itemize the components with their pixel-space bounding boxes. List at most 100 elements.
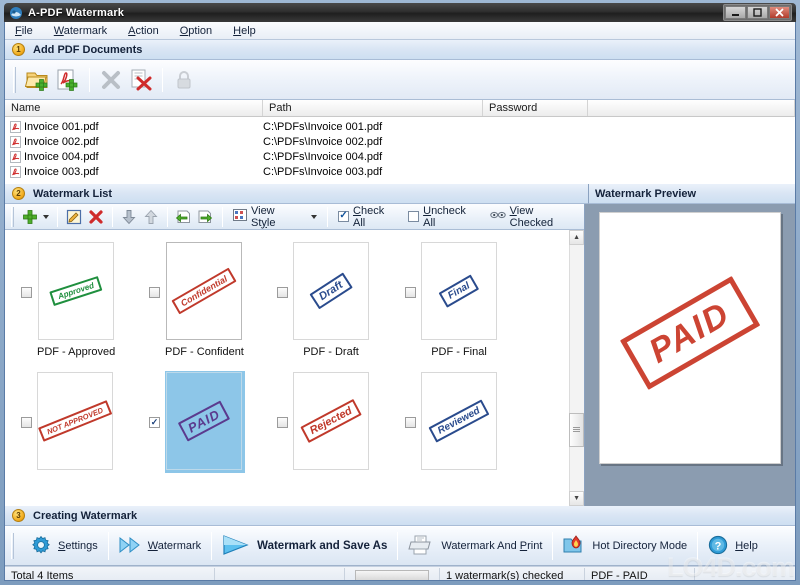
watermark-checkbox[interactable] (149, 287, 160, 298)
window-controls (723, 4, 792, 21)
help-button[interactable]: ? Help (698, 530, 768, 562)
close-button[interactable] (769, 6, 790, 19)
add-watermark-dropdown-icon[interactable] (41, 206, 52, 228)
scroll-down-arrow-icon[interactable]: ▼ (569, 491, 584, 506)
watermark-thumbnail[interactable]: Confidential (166, 242, 243, 340)
view-style-button[interactable]: View Style (228, 205, 322, 229)
settings-button[interactable]: Settings (21, 530, 108, 562)
list-item[interactable]: Rejected (293, 372, 369, 470)
toolbar-grip (13, 66, 16, 93)
uncheck-all-box[interactable] (408, 211, 420, 222)
watermark-checkbox[interactable] (405, 417, 416, 428)
watermark-toolbar: View Style Check All Uncheck All (5, 204, 584, 230)
watermark-thumbnail[interactable]: Rejected (293, 372, 369, 470)
list-item[interactable]: NOT APPROVED (37, 372, 113, 470)
add-pdf-icon[interactable] (53, 65, 83, 95)
column-header-name[interactable]: Name (5, 100, 263, 116)
move-down-icon[interactable] (118, 206, 140, 228)
watermark-button[interactable]: Watermark (109, 530, 211, 562)
pdf-file-list[interactable]: Name Path Password Invoice 001.pdf C:\PD… (5, 100, 795, 184)
watermark-checkbox[interactable] (21, 287, 32, 298)
menu-item-option[interactable]: Option (178, 24, 214, 38)
column-header-password[interactable]: Password (483, 100, 588, 116)
import-icon[interactable] (173, 206, 195, 228)
watermark-thumbnail[interactable]: Approved (38, 242, 115, 340)
play-icon (222, 534, 250, 559)
minimize-button[interactable] (725, 6, 746, 19)
watermark-checkbox-checked[interactable] (149, 417, 160, 428)
remove-all-icon[interactable] (126, 65, 156, 95)
preview-canvas[interactable]: PAID (584, 204, 795, 506)
watermark-thumbnail-selected[interactable]: PAID (166, 372, 242, 470)
menu-item-action[interactable]: Action (126, 24, 161, 38)
watermark-thumbnail-area[interactable]: Approved PDF - Approved Confidential PDF… (5, 230, 584, 506)
watermark-checkbox[interactable] (277, 287, 288, 298)
watermark-checkbox[interactable] (277, 417, 288, 428)
list-item[interactable]: PAID (166, 372, 242, 470)
table-row[interactable]: Invoice 004.pdf C:\PDFs\Invoice 004.pdf (5, 149, 795, 164)
list-item[interactable]: Reviewed (421, 372, 497, 470)
preview-page: PAID (598, 212, 781, 464)
menu-item-file[interactable]: FFileile (13, 24, 35, 38)
watermark-thumbnail[interactable]: NOT APPROVED (37, 372, 113, 470)
section-title-watermark-list: Watermark List (33, 187, 113, 200)
uncheck-all-checkbox[interactable]: Uncheck All (403, 205, 485, 229)
scroll-up-arrow-icon[interactable]: ▲ (569, 230, 584, 245)
middle-split: View Style Check All Uncheck All (5, 204, 795, 506)
help-icon: ? (708, 535, 728, 558)
watermark-checkbox[interactable] (21, 417, 32, 428)
watermark-thumbnail[interactable]: Final (421, 242, 497, 340)
watermark-thumbnail[interactable]: Draft (293, 242, 369, 340)
maximize-button[interactable] (747, 6, 768, 19)
watermark-thumbnail[interactable]: Reviewed (421, 372, 497, 470)
file-name-cell: Invoice 001.pdf (5, 120, 263, 133)
section-header-creating-watermark: 3 Creating Watermark (5, 506, 795, 526)
window-title: A-PDF Watermark (28, 6, 125, 19)
scrollbar-track[interactable] (569, 245, 584, 491)
fast-forward-icon (119, 536, 141, 557)
export-icon[interactable] (195, 206, 217, 228)
help-label: Help (735, 540, 758, 552)
view-checked-button[interactable]: View Checked (485, 205, 584, 229)
file-name-cell: Invoice 003.pdf (5, 165, 263, 178)
hot-directory-mode-button[interactable]: Hot Directory Mode (553, 530, 697, 562)
scrollbar-thumb[interactable] (569, 413, 584, 447)
delete-watermark-icon[interactable] (85, 206, 107, 228)
file-name-text: Invoice 004.pdf (24, 150, 99, 163)
remove-icon (96, 65, 126, 95)
progress-bar-track (355, 569, 429, 580)
pdf-file-icon (10, 150, 21, 163)
column-header-path[interactable]: Path (263, 100, 483, 116)
watermark-list-scrollbar[interactable]: ▲ ▼ (568, 230, 584, 506)
watermark-and-save-as-button[interactable]: Watermark and Save As (212, 530, 397, 562)
wm-toolbar-sep-1 (56, 206, 58, 227)
add-folder-icon[interactable] (23, 65, 53, 95)
check-all-checkbox[interactable]: Check All (333, 205, 403, 229)
menu-item-watermark[interactable]: Watermark (52, 24, 109, 38)
watermark-label: PDF - Final (431, 346, 487, 358)
check-all-box[interactable] (338, 211, 350, 222)
svg-text:?: ? (715, 540, 722, 552)
section-header-preview: Watermark Preview (589, 184, 795, 204)
edit-watermark-icon[interactable] (63, 206, 85, 228)
status-progress (345, 567, 440, 580)
table-row[interactable]: Invoice 002.pdf C:\PDFs\Invoice 002.pdf (5, 134, 795, 149)
move-up-icon[interactable] (140, 206, 162, 228)
watermark-list-panel: View Style Check All Uncheck All (5, 204, 585, 506)
menu-bar: FFileile Watermark Action Option Help (5, 22, 795, 40)
watermark-checkbox[interactable] (405, 287, 416, 298)
add-watermark-icon[interactable] (19, 206, 41, 228)
app-icon (9, 6, 23, 20)
menu-item-help[interactable]: Help (231, 24, 258, 38)
list-item[interactable]: Draft PDF - Draft (293, 242, 369, 358)
table-row[interactable]: Invoice 001.pdf C:\PDFs\Invoice 001.pdf (5, 119, 795, 134)
view-style-chevron-down-icon[interactable] (311, 214, 318, 219)
table-row[interactable]: Invoice 003.pdf C:\PDFs\Invoice 003.pdf (5, 164, 795, 179)
file-path-cell: C:\PDFs\Invoice 004.pdf (263, 150, 383, 163)
watermark-and-print-button[interactable]: Watermark And Print (398, 530, 552, 562)
list-item[interactable]: Final PDF - Final (421, 242, 497, 358)
status-bar: Total 4 Items 1 watermark(s) checked PDF… (5, 566, 795, 580)
list-item[interactable]: Confidential PDF - Confident (165, 242, 244, 358)
list-item[interactable]: Approved PDF - Approved (37, 242, 115, 358)
watermark-thumbnail-grid: Approved PDF - Approved Confidential PDF… (5, 230, 569, 506)
